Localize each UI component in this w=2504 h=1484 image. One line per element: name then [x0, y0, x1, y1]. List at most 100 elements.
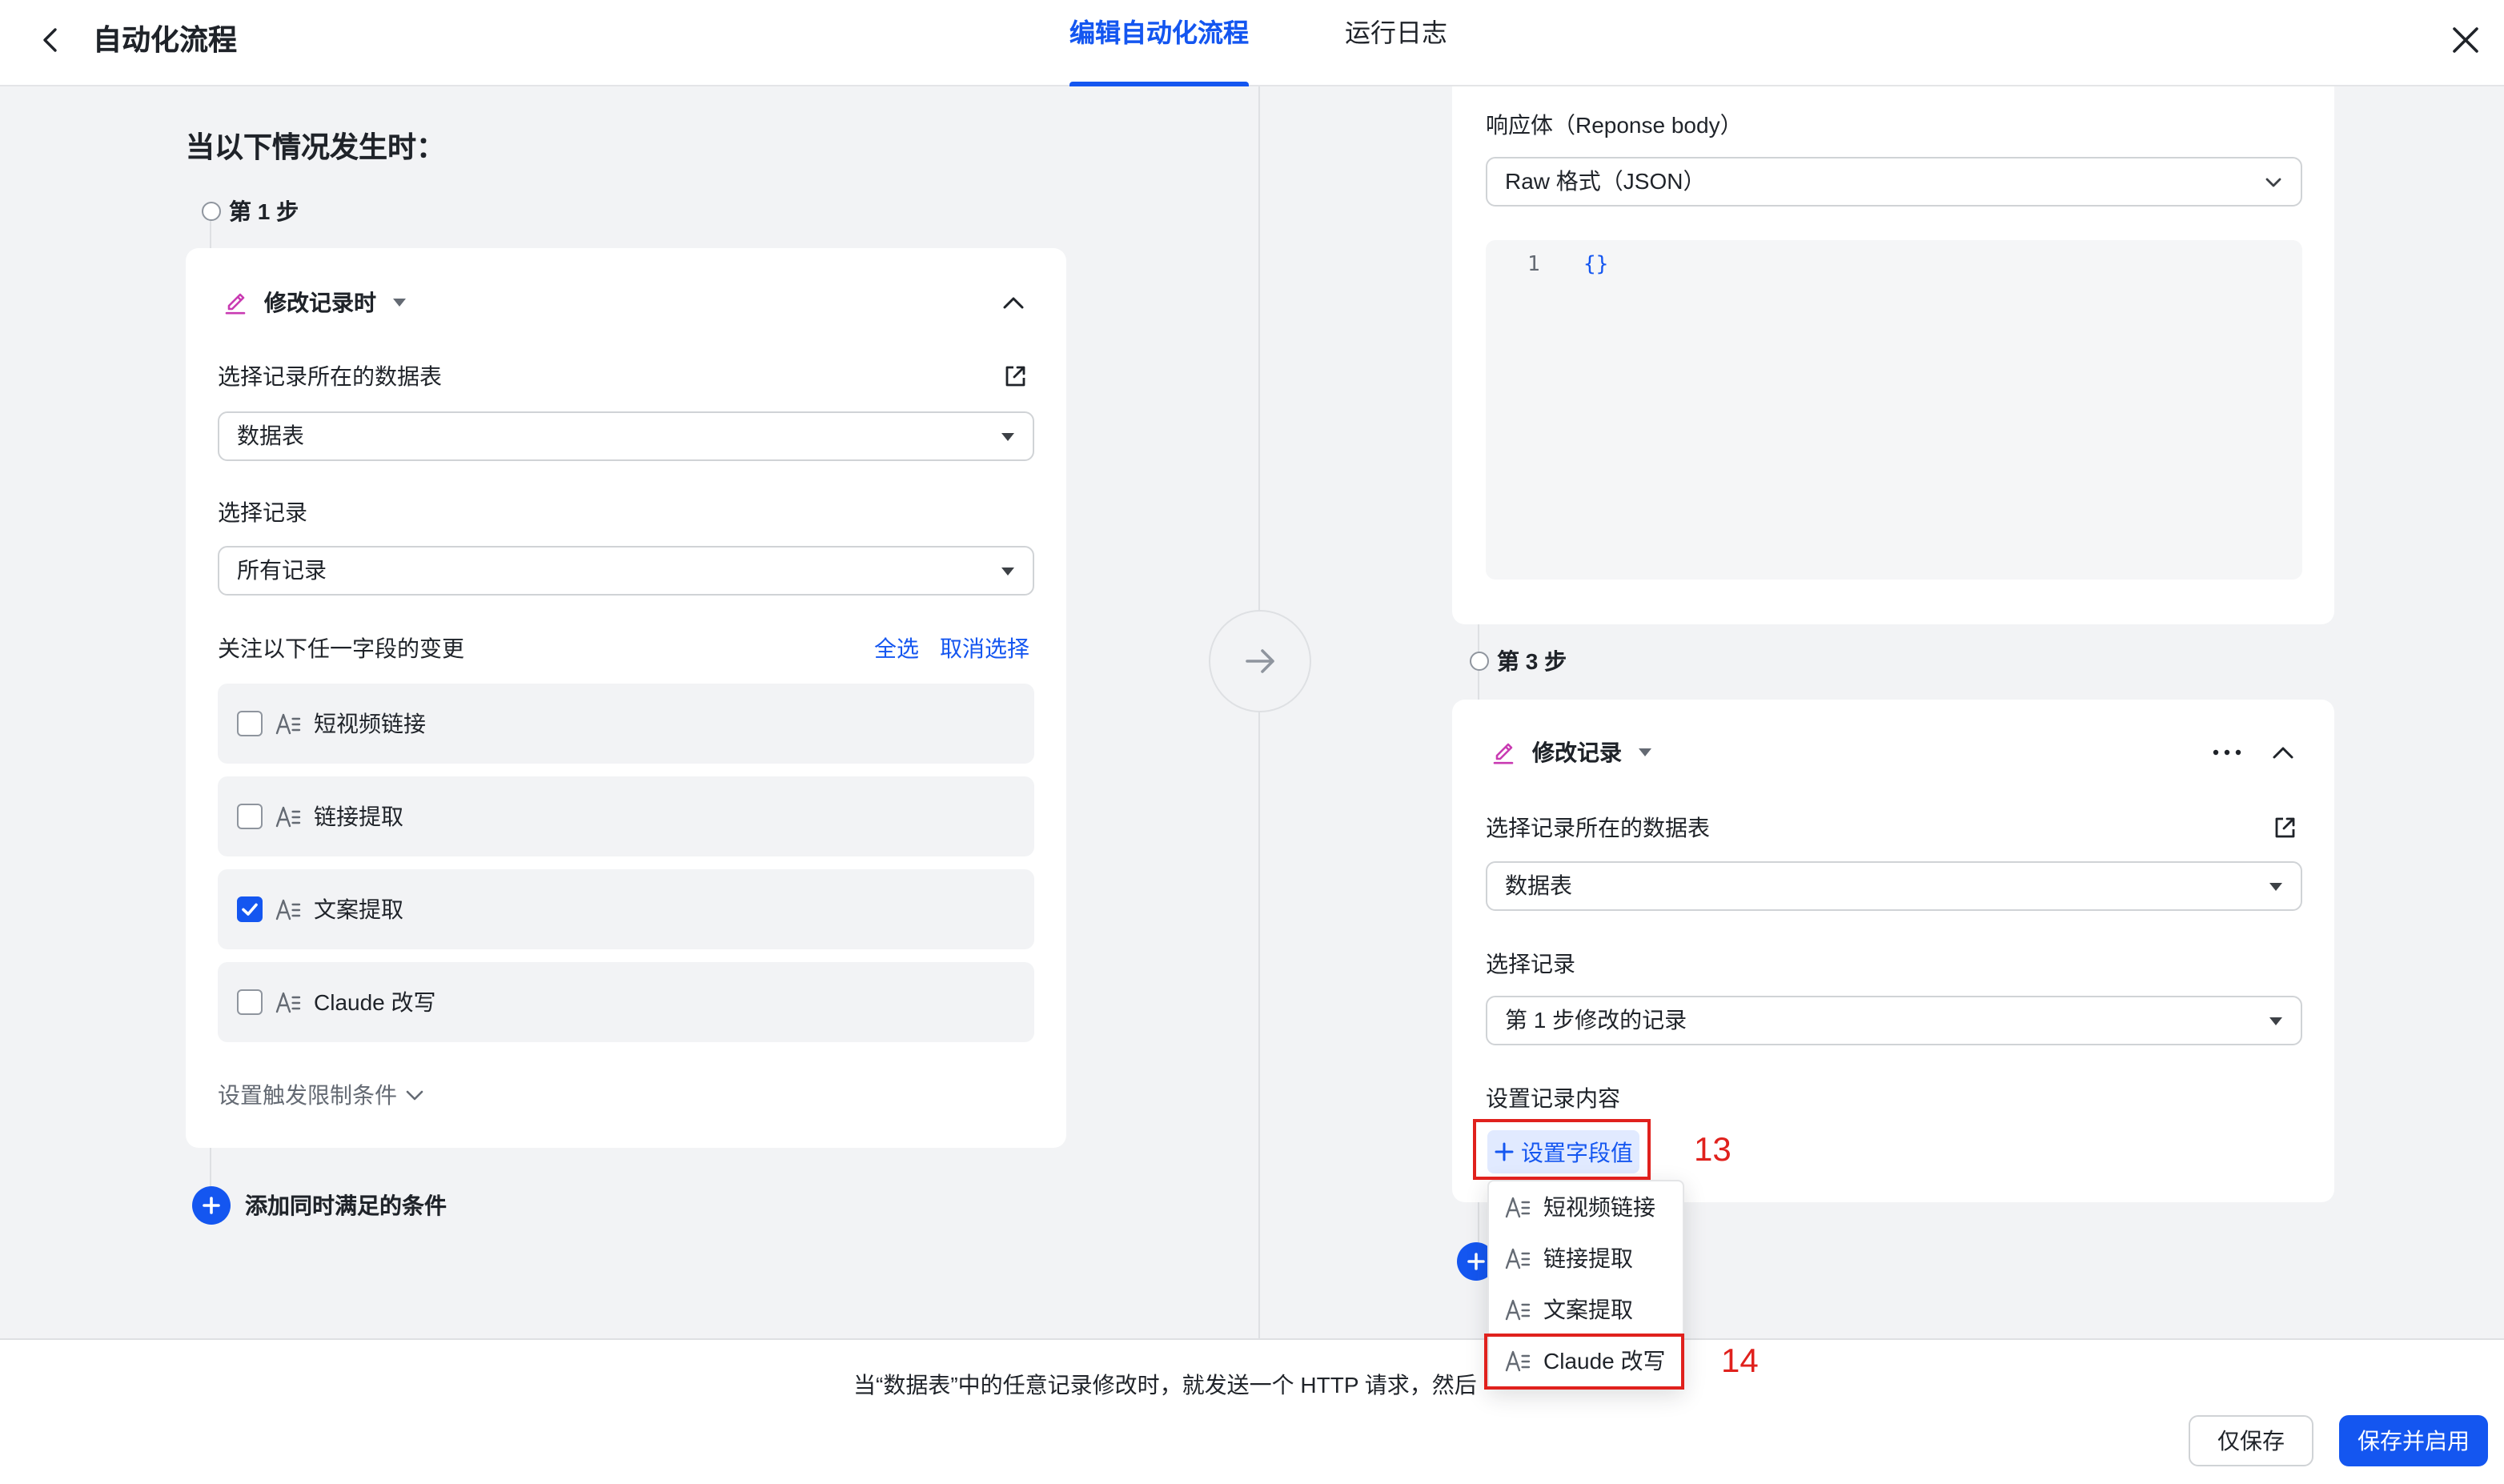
- table-label: 选择记录所在的数据表: [1486, 815, 1710, 840]
- trigger-limit-toggle[interactable]: 设置触发限制条件: [218, 1079, 426, 1111]
- text-field-icon: [275, 713, 301, 735]
- tab-run-log[interactable]: 运行日志: [1338, 0, 1454, 86]
- deselect-all-link[interactable]: 取消选择: [940, 632, 1029, 664]
- save-only-button[interactable]: 仅保存: [2189, 1415, 2313, 1466]
- select-all-link[interactable]: 全选: [874, 632, 919, 664]
- external-link-icon: [1005, 366, 1025, 387]
- step-connector: [210, 1148, 211, 1186]
- text-field-icon: [275, 806, 301, 828]
- field-dropdown-menu: 短视频链接 链接提取 文案提取 Claude 改写: [1487, 1180, 1684, 1390]
- menu-item-field[interactable]: 短视频链接: [1489, 1181, 1683, 1233]
- menu-item-label: 短视频链接: [1543, 1194, 1655, 1220]
- record-select[interactable]: 所有记录: [218, 546, 1034, 596]
- annotation-number: 14: [1721, 1343, 1759, 1380]
- step-dot: [202, 202, 221, 221]
- trigger-heading: 当以下情况发生时：: [186, 131, 445, 163]
- text-field-icon: [1505, 1197, 1531, 1218]
- external-link-icon: [2275, 817, 2295, 838]
- automation-editor: 自动化流程 编辑自动化流程 运行日志 当以下情况发生时： 第 1 步 修改记录时…: [0, 0, 2504, 1484]
- menu-item-label: Claude 改写: [1543, 1348, 1666, 1374]
- panel-divider: [1258, 86, 1260, 1338]
- response-body-editor[interactable]: 1 {}: [1486, 240, 2302, 580]
- table-select[interactable]: 数据表: [1486, 861, 2302, 911]
- add-condition-button[interactable]: [192, 1186, 231, 1225]
- field-option[interactable]: 链接提取: [218, 776, 1034, 856]
- response-format-value: Raw 格式（JSON）: [1505, 168, 1706, 194]
- collapse-trigger-button[interactable]: [997, 287, 1029, 319]
- trigger-type-select[interactable]: 修改记录时: [264, 287, 407, 319]
- action-type-select[interactable]: 修改记录: [1532, 736, 1652, 768]
- text-field-icon: [275, 992, 301, 1013]
- open-table-button[interactable]: [999, 360, 1031, 392]
- response-format-select[interactable]: Raw 格式（JSON）: [1486, 157, 2302, 207]
- field-checkbox[interactable]: [237, 989, 263, 1015]
- menu-item-label: 文案提取: [1543, 1297, 1633, 1322]
- open-table-button[interactable]: [2269, 812, 2301, 844]
- update-record-card: 修改记录 选择记录所在的数据表 数据表 选择记录 第 1 步修改的记录 设置记录…: [1452, 700, 2334, 1202]
- watch-fields-label: 关注以下任一字段的变更: [218, 636, 464, 661]
- annotation-number: 13: [1694, 1132, 1732, 1169]
- field-option[interactable]: 短视频链接: [218, 684, 1034, 764]
- tab-label: 编辑自动化流程: [1069, 21, 1250, 48]
- chevron-up-icon: [2273, 747, 2293, 759]
- more-actions-button[interactable]: [2209, 736, 2245, 768]
- step-label: 第 1 步: [229, 199, 299, 224]
- menu-item-field[interactable]: Claude 改写: [1489, 1335, 1683, 1386]
- plus-icon: [203, 1197, 220, 1214]
- field-option-label: 文案提取: [314, 896, 403, 922]
- caret-down-icon: [2269, 1017, 2282, 1025]
- record-label: 选择记录: [1486, 951, 1575, 977]
- text-field-icon: [275, 899, 301, 920]
- caret-down-icon: [1001, 433, 1014, 441]
- table-select[interactable]: 数据表: [218, 411, 1034, 461]
- record-label: 选择记录: [218, 499, 307, 525]
- text-field-icon: [1505, 1299, 1531, 1321]
- ellipsis-icon: [2213, 749, 2241, 756]
- close-button[interactable]: [2448, 22, 2483, 58]
- plus-icon: [1495, 1142, 1514, 1161]
- step-connector: [1478, 1202, 1479, 1242]
- field-checkbox[interactable]: [237, 711, 263, 736]
- tab-edit-automation[interactable]: 编辑自动化流程: [1069, 0, 1249, 86]
- back-button[interactable]: [35, 24, 67, 56]
- http-request-card: 响应体（Reponse body） Raw 格式（JSON） 1 {}: [1452, 64, 2334, 624]
- record-select[interactable]: 第 1 步修改的记录: [1486, 996, 2302, 1045]
- field-option[interactable]: Claude 改写: [218, 962, 1034, 1042]
- line-number: 1: [1527, 253, 1540, 277]
- caret-down-icon: [1639, 748, 1651, 756]
- trigger-type-label: 修改记录时: [264, 290, 376, 315]
- menu-item-field[interactable]: 链接提取: [1489, 1233, 1683, 1284]
- response-body-label: 响应体（Reponse body）: [1486, 112, 1743, 138]
- checkmark-icon: [242, 903, 258, 916]
- field-checkbox[interactable]: [237, 804, 263, 829]
- top-bar: 自动化流程 编辑自动化流程 运行日志: [0, 0, 2504, 86]
- field-checkbox[interactable]: [237, 896, 263, 922]
- menu-item-label: 链接提取: [1543, 1245, 1633, 1271]
- close-icon: [2453, 27, 2478, 53]
- caret-down-icon: [1001, 568, 1014, 576]
- set-field-value-button[interactable]: 设置字段值: [1487, 1130, 1639, 1173]
- caret-down-icon: [393, 299, 406, 307]
- pencil-icon: [225, 293, 246, 315]
- record-content-label: 设置记录内容: [1486, 1085, 1620, 1111]
- step-dot: [1470, 652, 1489, 671]
- set-field-value-label: 设置字段值: [1521, 1140, 1633, 1165]
- chevron-up-icon: [1003, 297, 1024, 309]
- tab-label: 运行日志: [1344, 21, 1447, 48]
- footer-bar: 当“数据表”中的任意记录修改时，就发送一个 HTTP 请求，然后 仅保存 保存并…: [0, 1338, 2504, 1484]
- step-connector: [210, 221, 211, 248]
- record-select-value: 第 1 步修改的记录: [1505, 1007, 1687, 1033]
- table-label: 选择记录所在的数据表: [218, 363, 442, 389]
- text-field-icon: [1505, 1248, 1531, 1269]
- field-option-label: 短视频链接: [314, 711, 426, 736]
- field-option[interactable]: 文案提取: [218, 869, 1034, 949]
- menu-item-field[interactable]: 文案提取: [1489, 1284, 1683, 1335]
- field-option-label: 链接提取: [314, 804, 403, 829]
- add-condition-label[interactable]: 添加同时满足的条件: [245, 1189, 447, 1221]
- code-line: {}: [1583, 253, 1609, 277]
- page-title: 自动化流程: [93, 24, 237, 56]
- collapse-action-button[interactable]: [2267, 736, 2299, 768]
- save-and-enable-button[interactable]: 保存并启用: [2339, 1415, 2488, 1466]
- trigger-card: 修改记录时 选择记录所在的数据表 数据表 选择记录 所有记录 关注以下任一字段的…: [186, 248, 1066, 1148]
- flow-summary: 当“数据表”中的任意记录修改时，就发送一个 HTTP 请求，然后: [853, 1372, 1477, 1398]
